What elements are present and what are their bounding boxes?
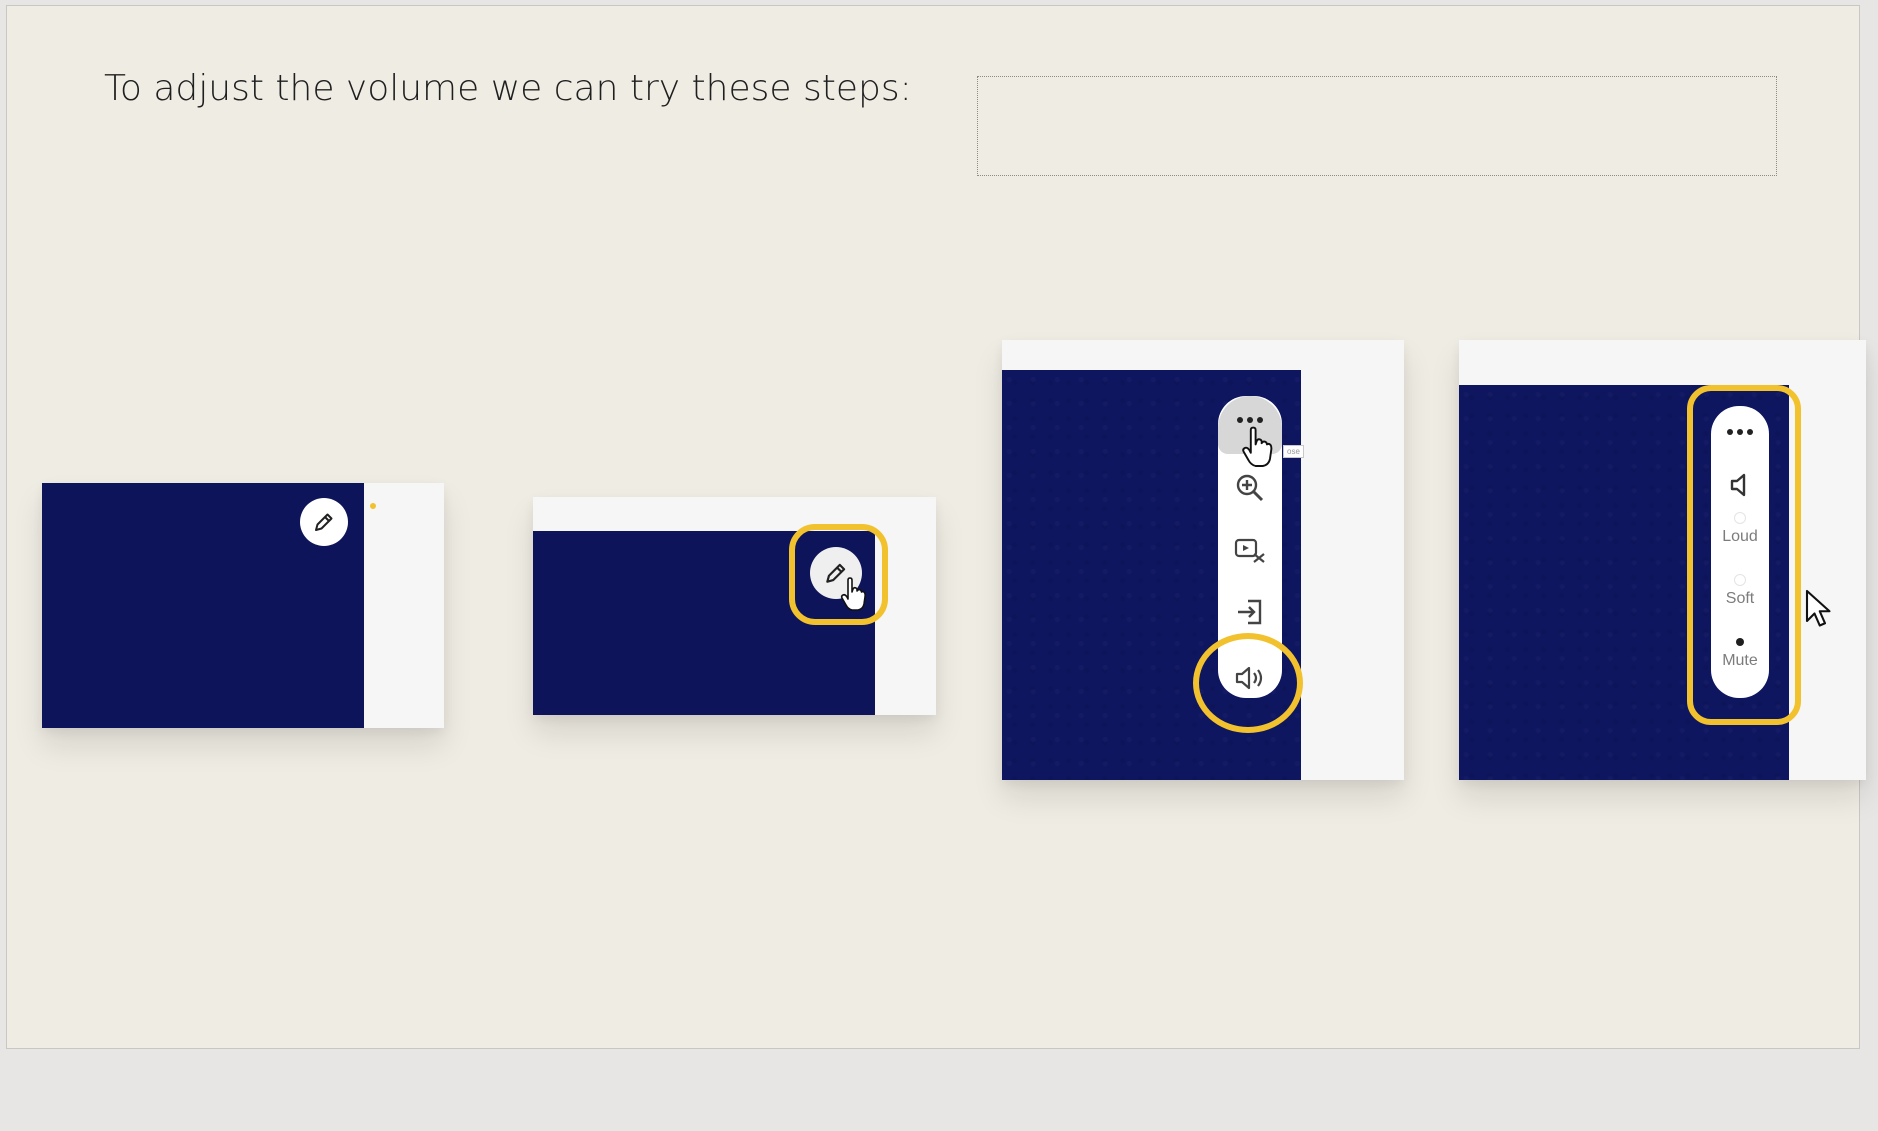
step-2-screenshot[interactable] — [533, 497, 936, 715]
radio-dot — [1734, 512, 1746, 524]
volume-option-label: Soft — [1725, 590, 1755, 607]
step-1-screenshot[interactable] — [42, 483, 444, 728]
camera-off-icon — [1218, 530, 1282, 570]
radio-dot — [1734, 574, 1746, 586]
volume-option-soft: Soft — [1711, 574, 1769, 618]
slide-title[interactable]: To adjust the volume we can try these st… — [104, 68, 912, 109]
pencil-icon — [315, 513, 333, 531]
volume-option-loud: Loud — [1711, 512, 1769, 556]
hand-cursor-icon — [840, 577, 866, 611]
zoom-icon — [1218, 468, 1282, 508]
radio-dot-selected — [1736, 638, 1744, 646]
yellow-dot — [370, 503, 376, 509]
volume-option-label: Mute — [1722, 652, 1758, 669]
more-options-icon — [1711, 422, 1769, 442]
edit-button — [300, 498, 348, 546]
step-3-screenshot[interactable]: ose — [1002, 340, 1404, 780]
step-4-screenshot[interactable]: Loud Soft Mute — [1459, 340, 1866, 780]
tooltip: ose — [1283, 445, 1304, 458]
exit-icon — [1218, 592, 1282, 632]
empty-text-placeholder[interactable] — [977, 76, 1777, 176]
volume-option-mute: Mute — [1711, 636, 1769, 680]
slide: To adjust the volume we can try these st… — [6, 5, 1866, 1049]
speaker-icon — [1711, 470, 1769, 500]
volume-icon — [1218, 658, 1282, 698]
arrow-cursor-icon — [1805, 589, 1831, 627]
hand-cursor-icon — [1242, 426, 1273, 467]
volume-option-label: Loud — [1722, 528, 1758, 545]
